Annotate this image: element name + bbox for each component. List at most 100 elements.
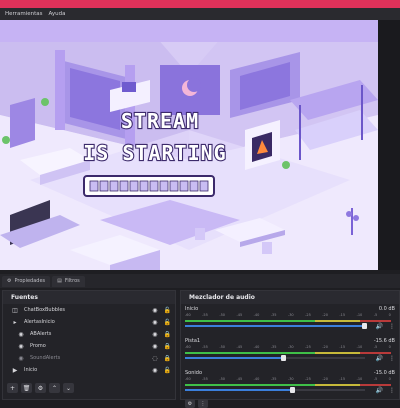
lock-icon[interactable]: 🔒 — [164, 343, 171, 350]
more-options-icon[interactable]: ⋮ — [389, 387, 395, 394]
slider-handle[interactable] — [281, 355, 286, 361]
lock-icon[interactable]: 🔒 — [164, 331, 171, 338]
source-item[interactable]: ▸ AlertasInicio ◉ 🔓 — [3, 316, 175, 328]
loading-segment — [179, 180, 189, 192]
eye-hidden-icon[interactable]: ◌ — [152, 355, 157, 362]
db-tick: -60 — [185, 313, 191, 317]
db-tick: -20 — [322, 377, 328, 381]
loading-segment — [159, 180, 169, 192]
slider-handle[interactable] — [290, 387, 295, 393]
lock-icon[interactable]: 🔒 — [164, 355, 171, 362]
channel-name: Inicio — [185, 306, 199, 312]
unlock-icon[interactable]: 🔓 — [164, 307, 171, 314]
db-tick: -60 — [185, 377, 191, 381]
channel-controls: 🔊 ⋮ — [376, 387, 395, 394]
db-tick: -45 — [236, 345, 243, 349]
db-tick: 0 — [388, 377, 391, 381]
remove-source-button[interactable]: 🗑 — [21, 383, 32, 393]
db-tick: -25 — [305, 345, 311, 349]
unlock-icon[interactable]: 🔓 — [164, 319, 171, 326]
source-properties-button[interactable]: ⚙ — [35, 383, 46, 393]
eye-icon[interactable]: ◉ — [152, 319, 157, 326]
loading-segment — [139, 180, 149, 192]
menu-herramientas[interactable]: Herramientas — [5, 11, 42, 17]
more-options-icon[interactable]: ⋮ — [389, 323, 395, 330]
scene-preview: STREAM IS STARTING — [0, 20, 378, 270]
tab-properties-label: Propiedades — [14, 278, 46, 284]
db-tick: -55 — [202, 377, 208, 381]
eye-icon[interactable]: ◉ — [152, 307, 157, 314]
db-tick: -35 — [270, 345, 277, 349]
plus-icon: + — [9, 384, 16, 392]
level-meter — [185, 320, 391, 322]
source-controls: ◉ 🔒 — [152, 343, 171, 350]
channel-db: 0.0 dB — [378, 306, 395, 312]
source-item[interactable]: ◫ ChatBoxBubbles ◉ 🔓 — [3, 304, 175, 316]
add-source-button[interactable]: + — [7, 383, 18, 393]
sources-list: ◫ ChatBoxBubbles ◉ 🔓 ▸ AlertasInicio ◉ 🔓 ◉ ABAler… — [3, 304, 175, 376]
preview-side-bar — [378, 20, 400, 270]
loading-segment — [189, 180, 199, 192]
channel-name: Sonido — [185, 370, 203, 376]
tab-properties[interactable]: ⚙ Propiedades — [2, 275, 51, 287]
source-controls: ◉ 🔓 — [152, 367, 171, 374]
db-tick: -5 — [373, 345, 378, 349]
eye-icon[interactable]: ◉ — [152, 331, 157, 338]
tab-filters-label: Filtros — [64, 278, 80, 284]
volume-slider[interactable] — [185, 387, 365, 393]
move-up-button[interactable]: ⌃ — [49, 383, 60, 393]
level-meter — [185, 352, 391, 354]
sources-toolbar: + 🗑 ⚙ ⌃ ⌄ — [7, 383, 74, 393]
db-tick: -35 — [270, 313, 277, 317]
volume-slider[interactable] — [185, 323, 367, 329]
channel-controls: 🔊 ⋮ — [376, 355, 395, 362]
db-tick: -15 — [339, 345, 346, 349]
more-options-icon[interactable]: ⋮ — [389, 355, 395, 362]
source-item[interactable]: ◉ SoundAlerts ◌ 🔒 — [3, 352, 175, 364]
preview-area[interactable]: STREAM IS STARTING — [0, 20, 400, 270]
volume-slider[interactable] — [185, 355, 365, 361]
speaker-icon[interactable]: 🔊 — [376, 355, 383, 362]
slider-handle[interactable] — [362, 323, 367, 329]
chevron-up-icon: ⌃ — [51, 384, 58, 392]
title-bar — [0, 0, 400, 8]
source-item[interactable]: ▶ Inicio ◉ 🔓 — [3, 364, 175, 376]
chevron-down-icon: ⌄ — [65, 384, 72, 392]
channel-name: Pista1 — [185, 338, 201, 344]
db-scale: -60 -55 -50 -45 -40 -35 -30 -25 -20 -15 -10 -5 0 — [185, 377, 391, 383]
move-down-button[interactable]: ⌄ — [63, 383, 74, 393]
speaker-icon[interactable]: 🔊 — [376, 323, 383, 330]
speaker-icon[interactable]: 🔊 — [376, 387, 383, 394]
properties-tabs: ⚙ Propiedades ▤ Filtros — [0, 274, 400, 288]
db-tick: -10 — [356, 377, 363, 381]
eye-icon[interactable]: ◉ — [152, 367, 157, 374]
db-scale: -60 -55 -50 -45 -40 -35 -30 -25 -20 -15 -10 -5 0 — [185, 345, 391, 351]
source-label: ABAlerts — [30, 331, 52, 337]
db-tick: -55 — [202, 313, 208, 317]
mixer-menu-button[interactable]: ⋮ — [198, 399, 208, 408]
pixel-room-scene: STREAM IS STARTING — [0, 20, 378, 270]
settings-icon: ⚙ — [187, 400, 193, 407]
dock-area: Fuentes ◫ ChatBoxBubbles ◉ 🔓 ▸ AlertasInicio ◉… — [0, 290, 400, 408]
folder-icon: ▸ — [13, 318, 17, 326]
gear-icon: ⚙ — [37, 384, 44, 392]
db-tick: -50 — [219, 313, 226, 317]
filter-icon: ▤ — [57, 278, 62, 284]
mixer-channel: Pista1 -15.6 dB -60 -55 -50 -45 -40 -35 -30 -25 -2… — [181, 336, 399, 368]
source-item[interactable]: ◉ ABAlerts ◉ 🔒 — [3, 328, 175, 340]
db-tick: -15 — [339, 377, 346, 381]
advanced-audio-button[interactable]: ⚙ — [185, 399, 195, 408]
db-tick: -35 — [270, 377, 277, 381]
tab-filters[interactable]: ▤ Filtros — [52, 275, 85, 287]
menu-ayuda[interactable]: Ayuda — [48, 11, 65, 17]
source-item[interactable]: ◉ Promo ◉ 🔒 — [3, 340, 175, 352]
db-tick: -25 — [305, 377, 311, 381]
eye-icon[interactable]: ◉ — [152, 343, 157, 350]
channel-db: -15.6 dB — [373, 338, 395, 344]
unlock-icon[interactable]: 🔓 — [164, 367, 171, 374]
trash-icon: 🗑 — [22, 384, 31, 392]
db-tick: -30 — [287, 313, 294, 317]
source-label: Inicio — [24, 367, 38, 373]
db-tick: -25 — [305, 313, 311, 317]
db-tick: -60 — [185, 345, 191, 349]
